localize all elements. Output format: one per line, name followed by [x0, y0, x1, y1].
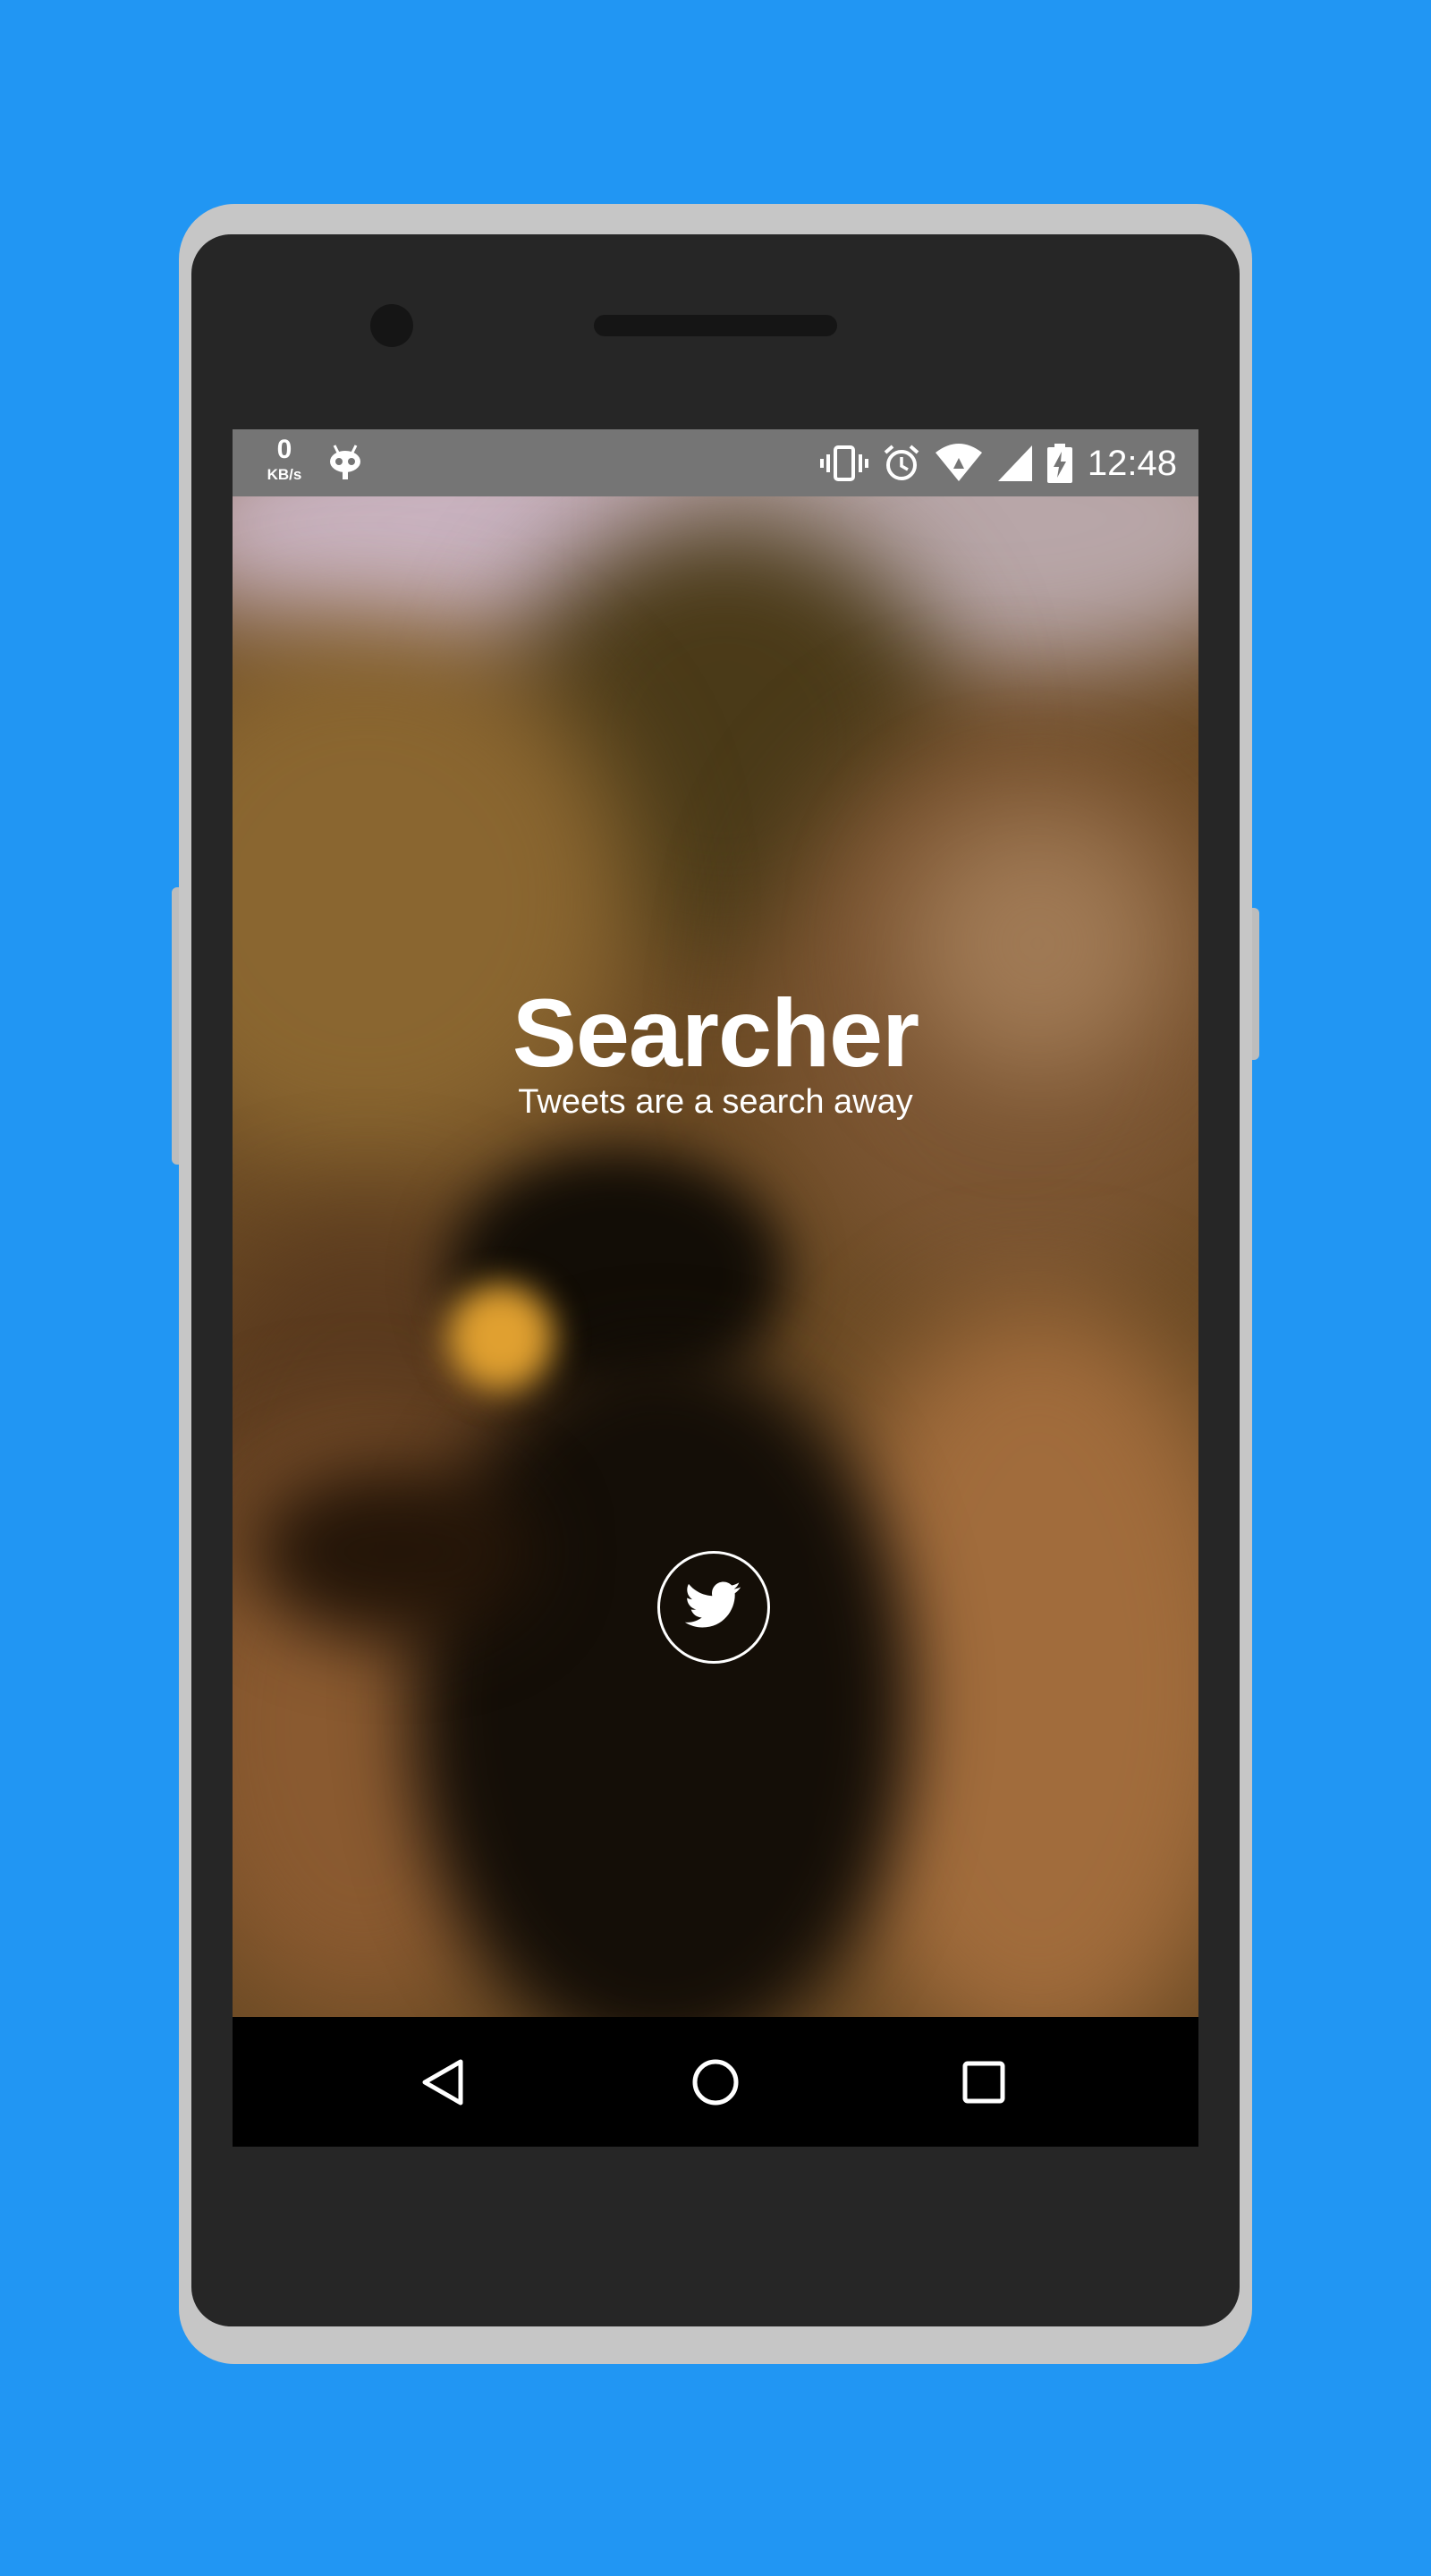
status-icons: [819, 442, 1073, 485]
network-speed-value: 0: [276, 435, 292, 464]
phone-screen: 0 KB/s 12:48: [233, 429, 1198, 2147]
status-bar: 0 KB/s 12:48: [233, 429, 1198, 496]
network-speed: 0 KB/s: [258, 435, 311, 483]
battery-charging-icon: [1046, 444, 1073, 483]
cyanogen-bot-icon: [326, 442, 365, 485]
blurred-background-photo: [233, 496, 1198, 2017]
app-tagline: Tweets are a search away: [518, 1083, 913, 1121]
network-speed-unit: KB/s: [267, 466, 302, 483]
twitter-login-button[interactable]: [657, 1551, 770, 1664]
wifi-icon: [934, 444, 984, 483]
navigation-bar: [233, 2017, 1198, 2147]
vibrate-icon: [819, 444, 869, 483]
earpiece-speaker: [594, 315, 837, 336]
clock: 12:48: [1087, 444, 1177, 483]
front-camera: [370, 304, 413, 347]
app-title: Searcher: [512, 979, 919, 1087]
home-icon[interactable]: [684, 2051, 747, 2114]
back-icon[interactable]: [411, 2051, 474, 2114]
twitter-bird-icon: [684, 1581, 742, 1634]
alarm-icon: [882, 444, 921, 483]
signal-icon: [996, 444, 1034, 483]
recents-icon[interactable]: [953, 2051, 1015, 2114]
